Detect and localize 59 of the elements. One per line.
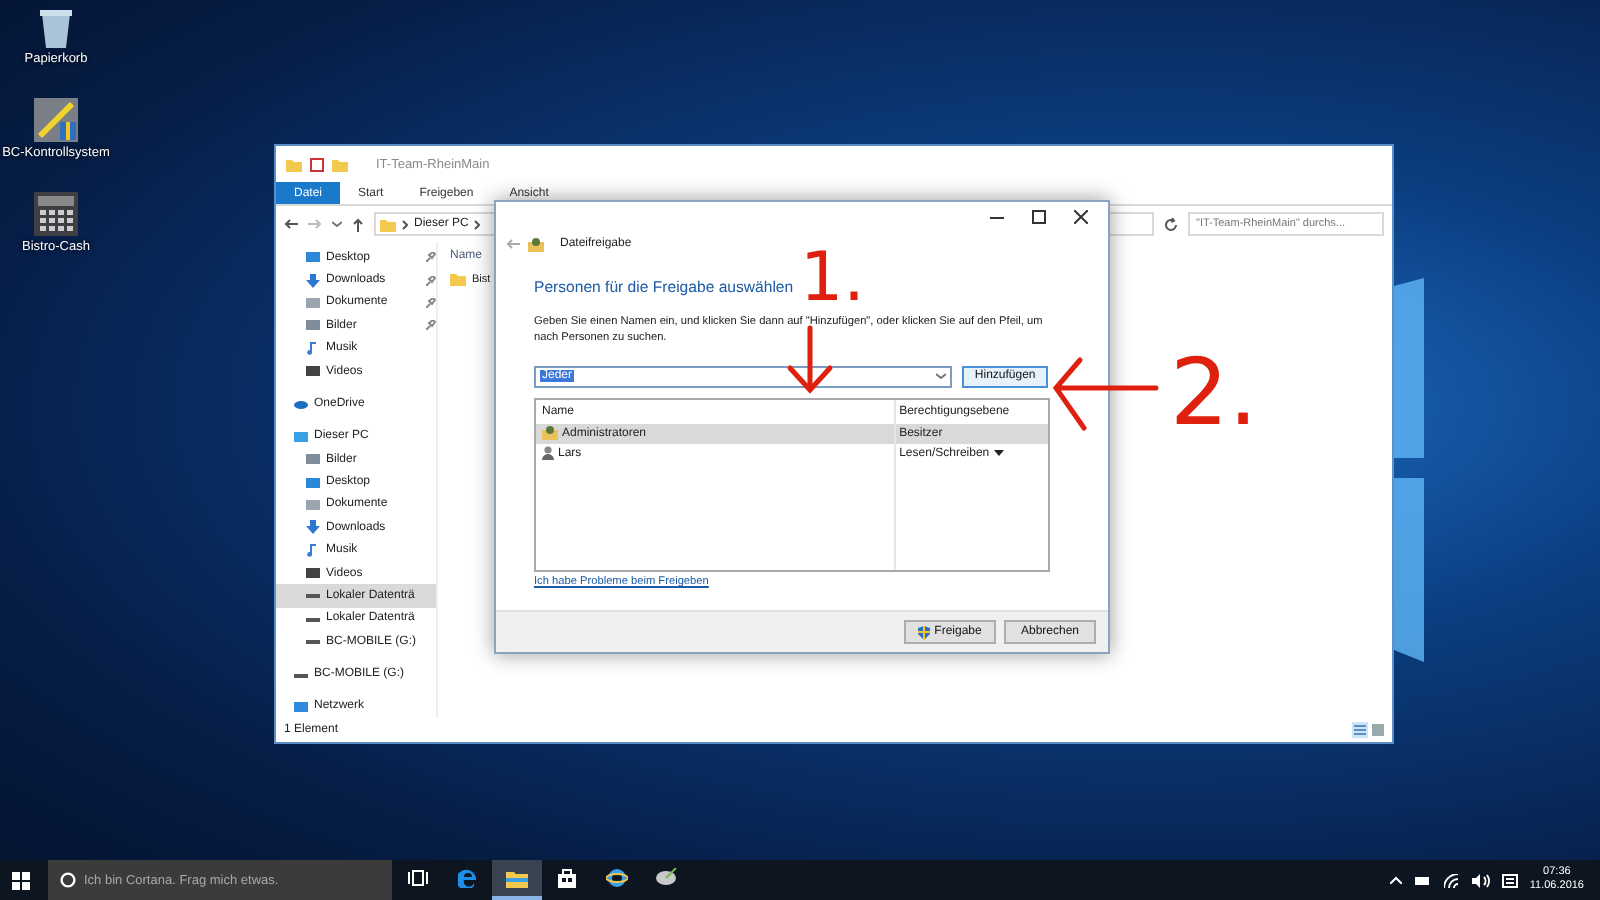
music-note-icon xyxy=(306,543,320,558)
pin-icon[interactable] xyxy=(426,297,436,308)
picture-icon xyxy=(306,318,320,333)
up-arrow-icon[interactable] xyxy=(352,217,364,231)
folder-icon xyxy=(380,217,396,231)
monitor-icon xyxy=(306,475,320,490)
download-icon xyxy=(306,520,320,535)
task-view-icon[interactable] xyxy=(407,870,427,886)
pin-icon[interactable] xyxy=(426,275,436,286)
share-people-icon xyxy=(528,236,544,252)
speaker-icon[interactable] xyxy=(1471,873,1490,887)
picture-icon xyxy=(306,452,320,467)
details-view-icon[interactable] xyxy=(1352,722,1384,738)
arrow-annotation xyxy=(787,325,833,394)
network-icon xyxy=(294,699,308,714)
folder-icon xyxy=(286,157,302,171)
refresh-icon[interactable] xyxy=(1164,217,1178,231)
pin-icon[interactable] xyxy=(426,320,436,331)
chevron-up-icon[interactable] xyxy=(1389,876,1402,884)
taskbar-app[interactable] xyxy=(492,860,542,900)
folder-icon[interactable] xyxy=(506,869,528,887)
edge-e-icon[interactable] xyxy=(457,868,477,888)
recycle-bin-icon[interactable] xyxy=(38,8,74,48)
caret-icon[interactable] xyxy=(993,449,1004,458)
monitor-icon xyxy=(306,250,320,265)
chevron-right-icon[interactable] xyxy=(474,219,481,229)
maximize-icon[interactable] xyxy=(1032,209,1046,223)
windows-start-icon[interactable] xyxy=(12,871,30,889)
shield-icon xyxy=(918,625,931,639)
music-note-icon xyxy=(306,341,320,356)
chevron-down-icon[interactable] xyxy=(936,372,947,381)
arrow-annotation xyxy=(1052,357,1159,431)
cash-register-icon[interactable] xyxy=(34,192,78,236)
user-group-icon xyxy=(542,426,558,441)
notification-icon[interactable] xyxy=(1501,873,1518,887)
folder-icon xyxy=(450,272,466,286)
cloud-icon xyxy=(294,396,308,411)
film-icon xyxy=(306,566,320,581)
close-icon[interactable] xyxy=(1074,209,1088,223)
document-icon xyxy=(306,497,320,512)
handwritten-number: 2. xyxy=(1170,346,1258,438)
computer-icon xyxy=(294,429,308,444)
ie-e-icon[interactable] xyxy=(606,868,628,888)
wifi-icon[interactable] xyxy=(1443,873,1460,887)
document-icon xyxy=(306,295,320,310)
back-arrow-icon[interactable] xyxy=(284,218,298,230)
battery-icon[interactable] xyxy=(1413,875,1432,885)
user-icon xyxy=(542,446,554,461)
download-icon xyxy=(306,273,320,288)
film-icon xyxy=(306,364,320,379)
shopping-bag-icon[interactable] xyxy=(558,868,576,888)
chevron-right-icon[interactable] xyxy=(402,219,408,229)
new-folder-icon xyxy=(332,157,348,171)
chevron-down-icon[interactable] xyxy=(332,220,342,228)
tools-icon[interactable] xyxy=(33,98,78,142)
satellite-dish-icon[interactable] xyxy=(656,868,678,888)
pin-icon[interactable] xyxy=(426,252,436,263)
handwritten-number: 1. xyxy=(800,244,865,312)
circle-icon xyxy=(60,872,76,888)
